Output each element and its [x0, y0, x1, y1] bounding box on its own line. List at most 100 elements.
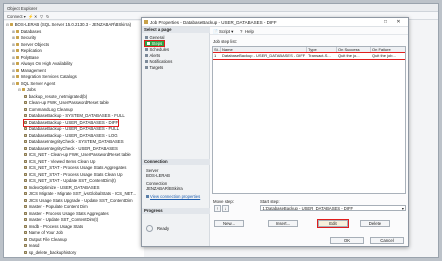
- connect-icon[interactable]: ⚡: [28, 14, 33, 19]
- tree-item[interactable]: JICS Migrate - Migrate SST_ivsGlobalStat…: [24, 191, 136, 197]
- dialog-title: Job Properties - DatabaseBackup - USER_D…: [150, 20, 277, 25]
- page-icon: [145, 60, 148, 64]
- tree-item[interactable]: ⊟ BOS-LERAB (SQL Server 15.0.2130.3 - JEN…: [6, 22, 131, 28]
- page-label: General: [149, 35, 165, 40]
- dialog-left-pane: Select a page General Steps Schedules Alert…: [142, 27, 210, 246]
- tree-item[interactable]: DatabaseBackup - USER_DATABASES - FULL: [24, 126, 119, 132]
- edit-step-button[interactable]: Edit: [317, 219, 349, 228]
- page-icon: [145, 36, 148, 40]
- expand-icon[interactable]: ⊞: [12, 61, 15, 67]
- page-general[interactable]: General: [145, 35, 164, 40]
- tree-item[interactable]: ⊟ Jobs: [18, 87, 36, 93]
- tree-item-label: DatabaseIntegrityCheck - USER_DATABASES: [28, 145, 118, 151]
- page-schedules[interactable]: Schedules: [145, 47, 169, 52]
- expand-icon[interactable]: ⊞: [12, 55, 15, 61]
- folder-icon: [16, 36, 20, 40]
- job-icon: [24, 159, 28, 163]
- expand-icon[interactable]: ⊞: [12, 42, 15, 48]
- job-icon: [24, 94, 28, 98]
- tree-item[interactable]: ⊞ Security: [12, 35, 36, 41]
- job-icon: [24, 107, 28, 111]
- expand-icon[interactable]: ⊞: [12, 48, 15, 54]
- tree-item[interactable]: ICS_NET_STAT - Process Usage Stats Clean…: [24, 172, 123, 178]
- tree-item-selected-job[interactable]: DatabaseBackup - USER_DATABASES - DIFF: [22, 118, 120, 127]
- start-step-select[interactable]: 1:DatabaseBackup - USER_DATABASES - DIFF…: [260, 205, 406, 211]
- tree-item-label: Clean-up FWK_UserPasswordReset table: [28, 100, 109, 105]
- tree-item[interactable]: IndexOptimize - USER_DATABASES: [24, 185, 99, 191]
- tree-item[interactable]: msdb - Process Usage Stats: [24, 224, 83, 230]
- tree-item[interactable]: master - Update SST_ContentDim(t): [24, 217, 98, 223]
- refresh-icon[interactable]: ↻: [46, 14, 50, 19]
- tree-item[interactable]: Clean-up FWK_UserPasswordReset table: [24, 100, 109, 106]
- collapse-icon[interactable]: ⊟: [12, 81, 15, 87]
- tree-item[interactable]: DatabaseIntegrityCheck - SYSTEM_DATABASE…: [24, 139, 124, 145]
- script-icon[interactable]: 📄: [213, 29, 218, 35]
- tree-item-label: master - Update SST_ContentDim(t): [28, 217, 99, 222]
- new-step-button[interactable]: New...: [214, 220, 244, 227]
- tree-item[interactable]: ⊞ Management: [12, 68, 46, 74]
- tree-item[interactable]: Output File Cleanup: [24, 237, 67, 243]
- job-icon: [24, 185, 28, 189]
- close-icon[interactable]: ✕: [395, 19, 402, 25]
- page-label: Steps: [151, 41, 163, 46]
- move-step-down-button[interactable]: ↓: [222, 205, 229, 212]
- job-icon: [24, 146, 28, 150]
- tree-item[interactable]: backup_resote_netmigrated(b): [24, 94, 87, 100]
- tree-item[interactable]: ⊞ Replication: [12, 48, 42, 54]
- expand-icon[interactable]: ⊞: [12, 74, 15, 80]
- tree-item[interactable]: ⊞ Integration Services Catalogs: [12, 74, 77, 80]
- tree-item[interactable]: reasd: [24, 243, 39, 249]
- insert-step-button[interactable]: Insert...: [268, 220, 298, 227]
- delete-step-button[interactable]: Delete: [360, 220, 390, 227]
- tree-item[interactable]: ⊞ Server Objects: [12, 42, 49, 48]
- help-button[interactable]: Help: [245, 29, 254, 34]
- tree-item-label: Jobs: [26, 87, 36, 92]
- tree-item[interactable]: DatabaseIntegrityCheck - USER_DATABASES: [24, 146, 118, 152]
- tree-item-label: IndexOptimize - USER_DATABASES: [28, 184, 100, 190]
- job-icon: [24, 133, 28, 137]
- tree-item-label: Output File Cleanup: [28, 236, 67, 242]
- start-step-label: Start step:: [260, 199, 280, 204]
- tree-item[interactable]: ⊟ SQL Server Agent: [12, 81, 55, 87]
- ok-button[interactable]: OK: [330, 237, 364, 244]
- tree-item[interactable]: master - Process Usage Stats Aggregates: [24, 211, 109, 217]
- expand-icon[interactable]: ⊞: [12, 35, 15, 41]
- collapse-icon[interactable]: ⊟: [6, 22, 9, 28]
- tree-item[interactable]: JICS Usage Stats Upgrade - Update SST_Co…: [24, 198, 133, 204]
- page-steps[interactable]: Steps: [143, 40, 166, 47]
- script-button[interactable]: Script ▾: [219, 29, 233, 35]
- page-targets[interactable]: Targets: [145, 65, 163, 70]
- page-alerts[interactable]: Alerts: [145, 53, 160, 58]
- tree-item[interactable]: ICS_NET - Viewed Items Clean Up: [24, 159, 95, 165]
- disconnect-icon[interactable]: ✕: [34, 14, 38, 19]
- expand-icon[interactable]: ⊞: [12, 68, 15, 74]
- tree-item[interactable]: DatabaseBackup - USER_DATABASES - LOG: [24, 133, 118, 139]
- tree-item[interactable]: ⊞ PolyBase: [12, 55, 39, 61]
- tree-item[interactable]: ⊞ Databases: [12, 29, 41, 35]
- job-step-grid[interactable]: St... Name Type On Success On Failure 1 Databa…: [212, 46, 406, 194]
- dialog-titlebar: Job Properties - DatabaseBackup - USER_D…: [142, 18, 408, 27]
- tree-item[interactable]: ICS_NET_STAT - Process Usage Stats Aggre…: [24, 165, 126, 171]
- collapse-icon[interactable]: ⊟: [18, 87, 21, 93]
- job-icon: [24, 224, 28, 228]
- job-icon: [24, 250, 28, 254]
- view-connection-properties-link[interactable]: View connection properties: [146, 194, 200, 199]
- filter-icon[interactable]: ▽: [40, 14, 43, 19]
- tree-item[interactable]: Name of Your Job: [24, 230, 63, 236]
- connect-button[interactable]: Connect ▾: [7, 14, 26, 19]
- tree-item[interactable]: ⊞ Always On High Availability: [12, 61, 72, 67]
- tree-item[interactable]: ICS_NET_STAT - Update SST_ContentDim(t): [24, 178, 116, 184]
- tree-item[interactable]: DatabaseBackup - SYSTEM_DATABASES - FULL: [24, 113, 125, 119]
- tree-item[interactable]: master - Populate Content Dim: [24, 204, 88, 210]
- page-notifications[interactable]: Notifications: [145, 59, 172, 64]
- tree-item[interactable]: ICS_NET - Clean-up FWK_UserPasswordReset…: [24, 152, 131, 158]
- expand-icon[interactable]: ⊞: [12, 29, 15, 35]
- move-step-up-button[interactable]: ↑: [214, 205, 221, 212]
- maximize-icon[interactable]: □: [382, 19, 389, 25]
- tree-item[interactable]: CommandLog Cleanup: [24, 107, 73, 113]
- cancel-button[interactable]: Cancel: [370, 237, 404, 244]
- tree-item[interactable]: sp_delete_backuphistory: [24, 250, 76, 256]
- tree-item-label: ICS_NET - Viewed Items Clean Up: [28, 158, 96, 164]
- tree-item-label: Databases: [20, 28, 42, 34]
- help-icon[interactable]: ?: [240, 29, 242, 34]
